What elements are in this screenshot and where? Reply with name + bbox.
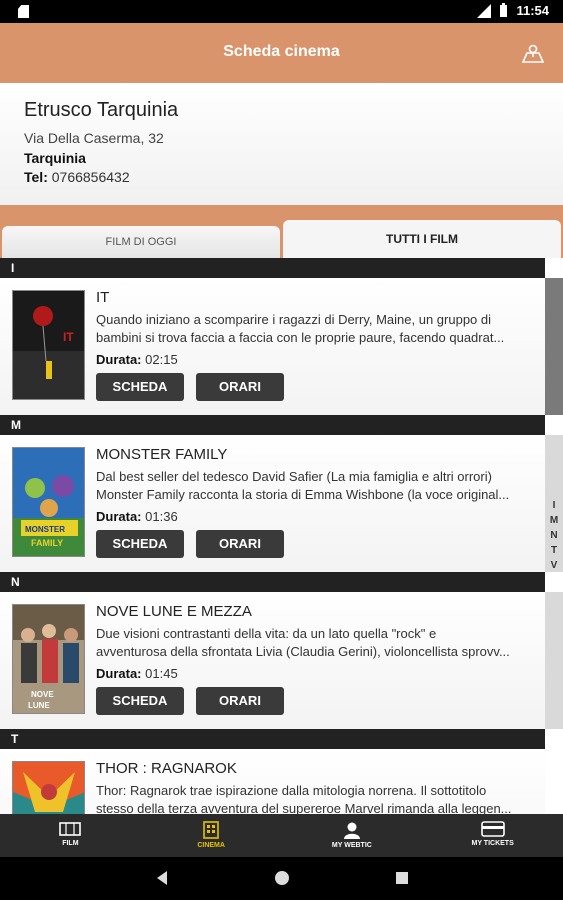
tab-tutti-i-film[interactable]: TUTTI I FILM xyxy=(283,220,561,258)
index-letters[interactable]: I M N T V xyxy=(545,498,563,573)
alphabet-index[interactable]: I M N T V xyxy=(545,258,563,814)
cinema-info: Etrusco Tarquinia Via Della Caserma, 32 … xyxy=(0,83,563,208)
nav-label: MY TICKETS xyxy=(471,840,514,847)
nav-cinema[interactable]: CINEMA xyxy=(141,814,282,857)
nav-label: CINEMA xyxy=(197,842,225,849)
list-item[interactable]: IT IT Quando iniziano a scomparire i rag… xyxy=(0,278,545,415)
bottom-navigation: FILM CINEMA MY WEBTIC MY TICKETS xyxy=(0,814,563,857)
poster-monster-family-image: MONSTER FAMILY xyxy=(13,448,84,556)
movie-description: Due visioni contrastanti della vita: da … xyxy=(96,625,536,661)
index-letter[interactable]: N xyxy=(545,528,563,543)
sd-card-icon xyxy=(18,5,29,18)
description-line: Thor: Ragnarok trae ispirazione dalla mi… xyxy=(96,783,487,798)
signal-icon xyxy=(477,3,492,18)
user-icon xyxy=(343,822,360,839)
duration-label: Durata: xyxy=(96,509,142,524)
list-item[interactable]: THOR : RAGNAROK Thor: Ragnarok trae ispi… xyxy=(0,749,545,814)
cinema-tel[interactable]: Tel: 0766856432 xyxy=(24,169,130,185)
svg-text:IT: IT xyxy=(63,330,74,344)
description-line: Dal best seller del tedesco David Safier… xyxy=(96,469,492,484)
description-line: Due visioni contrastanti della vita: da … xyxy=(96,626,437,641)
index-track xyxy=(545,278,563,415)
movie-title: MONSTER FAMILY xyxy=(96,446,228,463)
orari-button[interactable]: ORARI xyxy=(196,373,284,401)
poster-nove-lune-image: NOVE LUNE xyxy=(13,605,84,713)
duration-value: 01:45 xyxy=(145,666,178,681)
orari-button[interactable]: ORARI xyxy=(196,687,284,715)
movie-duration: Durata: 02:15 xyxy=(96,352,178,367)
svg-text:MONSTER: MONSTER xyxy=(25,525,65,534)
duration-label: Durata: xyxy=(96,352,142,367)
duration-value: 01:36 xyxy=(145,509,178,524)
cinema-address: Via Della Caserma, 32 xyxy=(24,130,164,146)
scheda-button[interactable]: SCHEDA xyxy=(96,373,184,401)
section-header: N xyxy=(0,572,545,592)
movie-duration: Durata: 01:45 xyxy=(96,666,178,681)
status-bar: 11:54 xyxy=(0,0,563,23)
scheda-button[interactable]: SCHEDA xyxy=(96,687,184,715)
svg-text:NOVE: NOVE xyxy=(31,690,54,699)
section-header: M xyxy=(0,415,545,435)
nav-label: MY WEBTIC xyxy=(331,842,372,849)
film-icon xyxy=(59,822,82,836)
svg-text:FAMILY: FAMILY xyxy=(31,538,63,548)
tab-film-di-oggi[interactable]: FILM DI OGGI xyxy=(2,226,280,258)
nav-my-tickets[interactable]: MY TICKETS xyxy=(422,814,563,857)
cinema-city: Tarquinia xyxy=(24,150,86,166)
movie-title: IT xyxy=(96,289,110,306)
section-header: T xyxy=(0,729,545,749)
scheda-button[interactable]: SCHEDA xyxy=(96,530,184,558)
battery-icon xyxy=(500,3,508,17)
tel-label: Tel: xyxy=(24,169,48,185)
cinema-name: Etrusco Tarquinia xyxy=(24,99,179,121)
back-icon[interactable] xyxy=(155,870,169,886)
index-letter[interactable]: I xyxy=(545,498,563,513)
poster-thor-image xyxy=(13,762,84,814)
movie-description: Dal best seller del tedesco David Safier… xyxy=(96,468,536,504)
index-letter[interactable]: V xyxy=(545,558,563,573)
nav-my-webtic[interactable]: MY WEBTIC xyxy=(282,814,423,857)
movie-description: Thor: Ragnarok trae ispirazione dalla mi… xyxy=(96,782,536,814)
movie-list[interactable]: I IT IT Quando iniziano a scomparire i r… xyxy=(0,258,545,814)
movie-duration: Durata: 01:36 xyxy=(96,509,178,524)
movie-poster[interactable] xyxy=(12,761,85,814)
tel-value[interactable]: 0766856432 xyxy=(52,169,130,185)
orari-button[interactable]: ORARI xyxy=(196,530,284,558)
home-icon[interactable] xyxy=(274,870,290,886)
list-item[interactable]: MONSTER FAMILY MONSTER FAMILY Dal best s… xyxy=(0,435,545,572)
duration-label: Durata: xyxy=(96,666,142,681)
section-header: I xyxy=(0,258,545,278)
recents-icon[interactable] xyxy=(395,871,409,885)
page-title: Scheda cinema xyxy=(223,43,340,60)
svg-text:LUNE: LUNE xyxy=(28,701,50,710)
card-icon xyxy=(480,821,505,837)
index-letter[interactable]: T xyxy=(545,543,563,558)
system-navigation-bar xyxy=(0,857,563,900)
movie-title: THOR : RAGNAROK xyxy=(96,760,237,777)
nav-label: FILM xyxy=(62,840,79,847)
description-line: Quando iniziano a scomparire i ragazzi d… xyxy=(96,312,492,327)
app-bar: Scheda cinema xyxy=(0,23,563,83)
description-line: bambini si trova faccia a faccia con le … xyxy=(96,330,505,345)
description-line: avventurosa della sfrontata Livia (Claud… xyxy=(96,644,510,659)
movie-poster[interactable]: MONSTER FAMILY xyxy=(12,447,85,557)
list-item[interactable]: NOVE LUNE NOVE LUNE E MEZZA Due visioni … xyxy=(0,592,545,729)
building-icon xyxy=(203,821,219,839)
status-time: 11:54 xyxy=(516,3,549,18)
description-line: Monster Family racconta la storia di Emm… xyxy=(96,487,510,502)
nav-film[interactable]: FILM xyxy=(0,814,141,857)
index-track xyxy=(545,592,563,729)
duration-value: 02:15 xyxy=(145,352,178,367)
movie-poster[interactable]: NOVE LUNE xyxy=(12,604,85,714)
description-line: stesso della terza avventura del superer… xyxy=(96,801,512,814)
movie-poster[interactable]: IT xyxy=(12,290,85,400)
movie-title: NOVE LUNE E MEZZA xyxy=(96,603,252,620)
index-letter[interactable]: M xyxy=(545,513,563,528)
poster-it-image: IT xyxy=(13,291,84,399)
map-pin-icon[interactable] xyxy=(521,42,545,64)
movie-description: Quando iniziano a scomparire i ragazzi d… xyxy=(96,311,536,347)
